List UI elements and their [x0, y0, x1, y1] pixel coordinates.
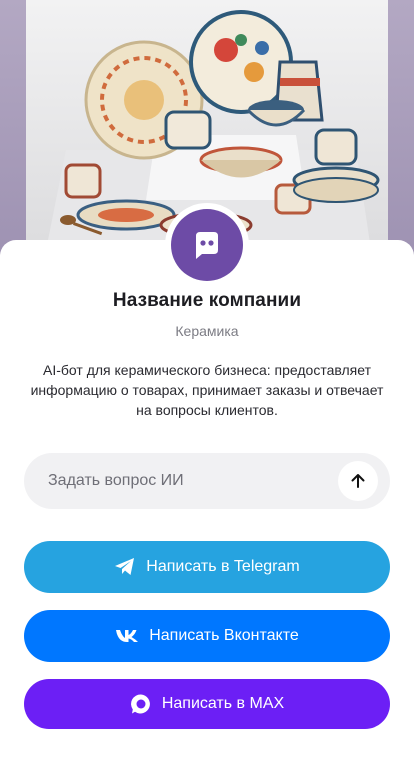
- ask-ai-input[interactable]: [48, 453, 348, 509]
- max-icon: [130, 693, 152, 715]
- send-button[interactable]: [338, 461, 378, 501]
- max-button-label: Написать в MAX: [161, 695, 285, 712]
- telegram-button[interactable]: Написать в Telegram: [24, 541, 390, 593]
- vk-icon: [115, 629, 139, 643]
- ask-ai-bar: [24, 453, 390, 509]
- arrow-up-icon: [351, 474, 365, 488]
- company-avatar: [165, 203, 249, 287]
- vk-button-label: Написать Вконтакте: [149, 627, 299, 644]
- max-button[interactable]: Написать в MAX: [24, 679, 390, 729]
- telegram-button-label: Написать в Telegram: [146, 558, 300, 575]
- company-category: Керамика: [175, 323, 239, 339]
- telegram-icon: [114, 557, 136, 577]
- vk-button[interactable]: Написать Вконтакте: [24, 610, 390, 662]
- chat-bubble-icon: [196, 232, 218, 259]
- company-description: AI-бот для керамического бизнеса: предос…: [30, 362, 384, 418]
- avatar-circle: [171, 209, 243, 281]
- company-name: Название компании: [112, 290, 302, 311]
